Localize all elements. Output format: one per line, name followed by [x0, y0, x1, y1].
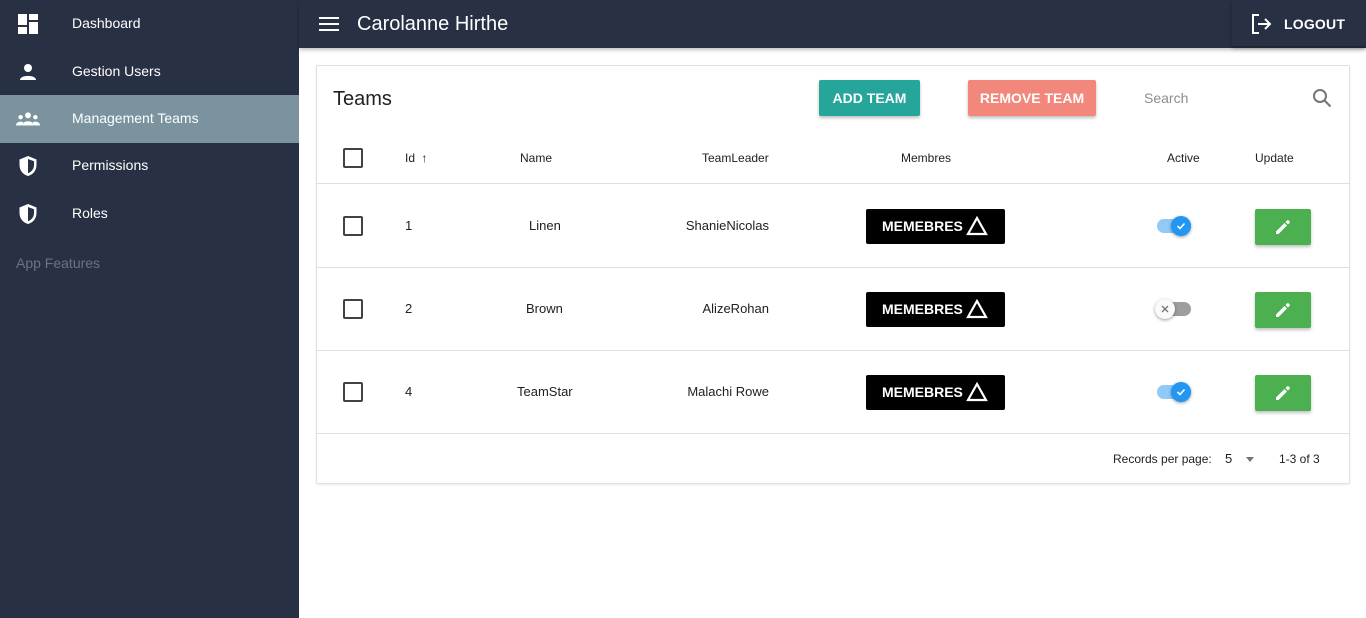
people-icon	[16, 107, 40, 131]
membres-label: MEMEBRES	[882, 384, 963, 400]
warning-triangle-icon	[966, 216, 988, 236]
sidebar-item-gestion-users[interactable]: Gestion Users	[0, 48, 299, 96]
team-leader: ShanieNicolas	[685, 218, 769, 233]
column-header-active: Active	[1167, 151, 1200, 165]
team-leader: AlizeRohan	[702, 301, 770, 316]
logout-icon	[1252, 14, 1272, 34]
team-leader: Malachi Rowe	[687, 384, 769, 399]
pencil-icon	[1276, 220, 1290, 234]
table-footer: Records per page: 5 1-3 of 3	[317, 434, 1349, 484]
logout-label: LOGOUT	[1284, 16, 1346, 32]
active-toggle[interactable]	[1155, 299, 1191, 319]
active-toggle[interactable]	[1157, 382, 1191, 402]
row-checkbox[interactable]	[343, 216, 363, 236]
membres-label: MEMEBRES	[882, 218, 963, 234]
column-header-membres: Membres	[901, 151, 952, 165]
remove-team-button[interactable]: REMOVE TEAM	[968, 80, 1096, 116]
sidebar-item-label: Management Teams	[72, 110, 199, 126]
person-icon	[16, 60, 40, 84]
select-all-checkbox[interactable]	[343, 148, 363, 168]
pencil-icon	[1276, 386, 1290, 400]
top-app-bar: Carolanne Hirthe LOGOUT	[299, 0, 1366, 48]
warning-triangle-icon	[966, 382, 988, 402]
membres-label: MEMEBRES	[882, 301, 963, 317]
table-row: 1 Linen ShanieNicolas MEMEBRES	[317, 185, 1349, 268]
pencil-icon	[1276, 303, 1290, 317]
teams-card: Teams ADD TEAM REMOVE TEAM Id ↑ Name Tea…	[316, 65, 1350, 484]
check-icon	[1176, 222, 1186, 230]
sidebar-item-label: Permissions	[72, 157, 149, 173]
sidebar-item-management-teams[interactable]: Management Teams	[0, 95, 299, 143]
logout-button[interactable]: LOGOUT	[1232, 0, 1366, 46]
search-input[interactable]	[1144, 86, 1304, 110]
sidebar-item-roles[interactable]: Roles	[0, 190, 299, 238]
table-row: 4 TeamStar Malachi Rowe MEMEBRES	[317, 351, 1349, 434]
membres-button[interactable]: MEMEBRES	[866, 209, 1005, 244]
team-id: 1	[405, 218, 413, 233]
page-title: Carolanne Hirthe	[357, 13, 509, 35]
column-header-teamleader[interactable]: TeamLeader	[702, 151, 769, 165]
sidebar-item-dashboard[interactable]: Dashboard	[0, 0, 299, 48]
sidebar-subheader: App Features	[16, 255, 101, 271]
shield-icon	[16, 154, 40, 178]
shield-icon	[16, 202, 40, 226]
team-name: Linen	[529, 218, 561, 233]
search-icon[interactable]	[1310, 86, 1334, 110]
sidebar: Dashboard Gestion Users Management Teams…	[0, 0, 299, 618]
close-icon	[1161, 305, 1169, 313]
update-button[interactable]	[1255, 209, 1311, 245]
table-header: Id ↑ Name TeamLeader Membres Active Upda…	[317, 134, 1349, 184]
team-name: Brown	[526, 301, 563, 316]
column-header-id[interactable]: Id ↑	[405, 151, 427, 165]
team-name: TeamStar	[517, 384, 573, 399]
records-per-page-select[interactable]: 5	[1225, 451, 1232, 466]
dashboard-icon	[16, 12, 40, 36]
row-checkbox[interactable]	[343, 299, 363, 319]
chevron-down-icon[interactable]	[1243, 452, 1257, 466]
team-id: 4	[405, 384, 413, 399]
table-row: 2 Brown AlizeRohan MEMEBRES	[317, 268, 1349, 351]
sidebar-item-permissions[interactable]: Permissions	[0, 142, 299, 190]
pagination-info: 1-3 of 3	[1279, 452, 1320, 466]
row-checkbox[interactable]	[343, 382, 363, 402]
warning-triangle-icon	[966, 299, 988, 319]
sidebar-item-label: Dashboard	[72, 15, 141, 31]
sidebar-item-label: Gestion Users	[72, 63, 161, 79]
column-header-update: Update	[1255, 151, 1294, 165]
update-button[interactable]	[1255, 292, 1311, 328]
team-id: 2	[405, 301, 413, 316]
records-per-page-label: Records per page:	[1113, 452, 1212, 466]
update-button[interactable]	[1255, 375, 1311, 411]
column-header-name[interactable]: Name	[520, 151, 552, 165]
check-icon	[1176, 388, 1186, 396]
active-toggle[interactable]	[1157, 216, 1191, 236]
add-team-button[interactable]: ADD TEAM	[819, 80, 920, 116]
sort-arrow-icon: ↑	[421, 151, 428, 165]
menu-button[interactable]	[317, 12, 341, 36]
membres-button[interactable]: MEMEBRES	[866, 292, 1005, 327]
sidebar-item-label: Roles	[72, 205, 108, 221]
membres-button[interactable]: MEMEBRES	[866, 375, 1005, 410]
card-title: Teams	[333, 88, 392, 110]
hamburger-icon	[319, 17, 339, 31]
